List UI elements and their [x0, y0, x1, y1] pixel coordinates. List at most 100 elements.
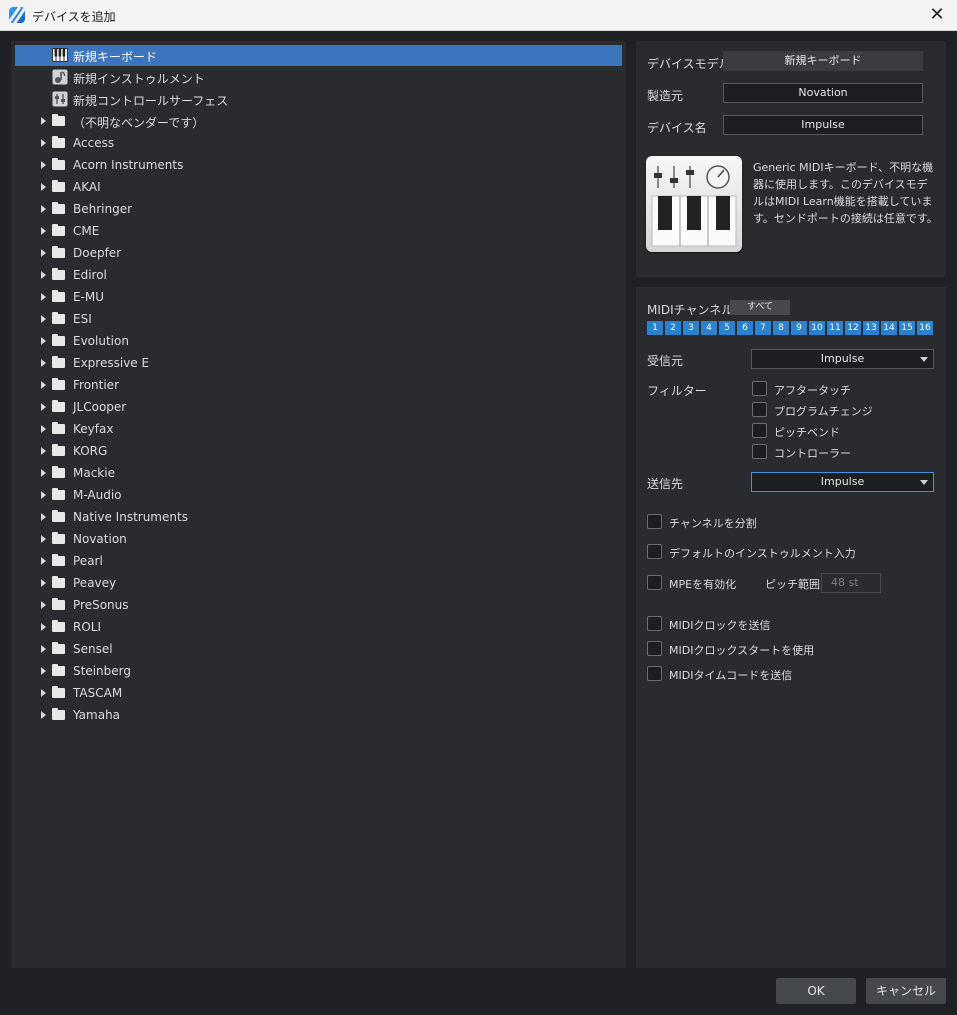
- midi-channel-button[interactable]: 4: [701, 321, 717, 335]
- chevron-right-icon[interactable]: [41, 623, 46, 631]
- tree-item-vendor[interactable]: Mackie: [15, 463, 622, 484]
- chevron-right-icon[interactable]: [41, 227, 46, 235]
- chevron-right-icon[interactable]: [41, 381, 46, 389]
- tree-item-label: ESI: [73, 312, 92, 326]
- tree-item-vendor[interactable]: Pearl: [15, 551, 622, 572]
- send-midi-clock-checkbox[interactable]: [647, 616, 662, 631]
- chevron-right-icon[interactable]: [41, 491, 46, 499]
- tree-item-vendor[interactable]: JLCooper: [15, 397, 622, 418]
- midi-channel-button[interactable]: 14: [881, 321, 897, 335]
- manufacturer-field[interactable]: Novation: [723, 83, 923, 103]
- chevron-right-icon[interactable]: [41, 469, 46, 477]
- chevron-right-icon[interactable]: [41, 579, 46, 587]
- midi-channel-button[interactable]: 9: [791, 321, 807, 335]
- midi-channel-button[interactable]: 6: [737, 321, 753, 335]
- device-name-field[interactable]: Impulse: [723, 115, 923, 135]
- chevron-right-icon[interactable]: [41, 271, 46, 279]
- chevron-right-icon[interactable]: [41, 205, 46, 213]
- midi-channel-button[interactable]: 16: [917, 321, 933, 335]
- enable-mpe-checkbox[interactable]: [647, 575, 662, 590]
- tree-item-vendor[interactable]: Frontier: [15, 375, 622, 396]
- tree-item-vendor[interactable]: Behringer: [15, 199, 622, 220]
- chevron-right-icon[interactable]: [41, 293, 46, 301]
- chevron-right-icon[interactable]: [41, 315, 46, 323]
- chevron-right-icon[interactable]: [41, 139, 46, 147]
- pitch-range-field[interactable]: 48 st: [821, 573, 881, 593]
- midi-channel-button[interactable]: 1: [647, 321, 663, 335]
- tree-item-vendor[interactable]: E-MU: [15, 287, 622, 308]
- tree-item-vendor[interactable]: Evolution: [15, 331, 622, 352]
- midi-channel-button[interactable]: 12: [845, 321, 861, 335]
- chevron-right-icon[interactable]: [41, 161, 46, 169]
- midi-channel-button[interactable]: 5: [719, 321, 735, 335]
- ok-button[interactable]: OK: [776, 978, 856, 1004]
- midi-channel-button[interactable]: 7: [755, 321, 771, 335]
- chevron-right-icon[interactable]: [41, 535, 46, 543]
- send-to-dropdown[interactable]: Impulse: [751, 472, 934, 492]
- folder-icon: [52, 290, 65, 302]
- folder-icon: [52, 422, 65, 434]
- split-channels-checkbox[interactable]: [647, 514, 662, 529]
- tree-item-label: Native Instruments: [73, 510, 188, 524]
- midi-channel-button[interactable]: 2: [665, 321, 681, 335]
- chevron-right-icon[interactable]: [41, 513, 46, 521]
- tree-item-new-keyboard[interactable]: 新規キーボード: [15, 45, 622, 66]
- tree-item-vendor[interactable]: Peavey: [15, 573, 622, 594]
- all-channels-button[interactable]: すべて: [730, 300, 790, 315]
- tree-item-new-control-surface[interactable]: 新規コントロールサーフェス: [15, 89, 622, 110]
- chevron-right-icon[interactable]: [41, 689, 46, 697]
- tree-item-vendor[interactable]: Sensel: [15, 639, 622, 660]
- tree-item-vendor[interactable]: KORG: [15, 441, 622, 462]
- tree-item-vendor[interactable]: （不明なベンダーです）: [15, 111, 622, 132]
- tree-item-vendor[interactable]: Acorn Instruments: [15, 155, 622, 176]
- midi-channel-button[interactable]: 3: [683, 321, 699, 335]
- midi-channel-button[interactable]: 11: [827, 321, 843, 335]
- chevron-right-icon[interactable]: [41, 337, 46, 345]
- folder-icon: [52, 400, 65, 412]
- send-midi-timecode-checkbox[interactable]: [647, 666, 662, 681]
- midi-channel-button[interactable]: 15: [899, 321, 915, 335]
- tree-item-vendor[interactable]: Access: [15, 133, 622, 154]
- filter-aftertouch-checkbox[interactable]: [752, 381, 767, 396]
- tree-item-vendor[interactable]: CME: [15, 221, 622, 242]
- chevron-right-icon[interactable]: [41, 183, 46, 191]
- tree-item-vendor[interactable]: Edirol: [15, 265, 622, 286]
- chevron-right-icon[interactable]: [41, 425, 46, 433]
- tree-item-vendor[interactable]: Native Instruments: [15, 507, 622, 528]
- receive-from-dropdown[interactable]: Impulse: [751, 349, 934, 369]
- folder-icon: [52, 554, 65, 566]
- filter-controller-checkbox[interactable]: [752, 444, 767, 459]
- tree-item-vendor[interactable]: ROLI: [15, 617, 622, 638]
- tree-item-vendor[interactable]: Yamaha: [15, 705, 622, 726]
- tree-item-vendor[interactable]: Doepfer: [15, 243, 622, 264]
- chevron-right-icon[interactable]: [41, 403, 46, 411]
- chevron-right-icon[interactable]: [41, 645, 46, 653]
- filter-program-change-checkbox[interactable]: [752, 402, 767, 417]
- tree-item-vendor[interactable]: Steinberg: [15, 661, 622, 682]
- default-instrument-input-checkbox[interactable]: [647, 544, 662, 559]
- midi-channel-button[interactable]: 8: [773, 321, 789, 335]
- tree-item-vendor[interactable]: PreSonus: [15, 595, 622, 616]
- cancel-button[interactable]: キャンセル: [866, 978, 946, 1004]
- use-midi-clock-start-checkbox[interactable]: [647, 641, 662, 656]
- tree-item-vendor[interactable]: AKAI: [15, 177, 622, 198]
- chevron-right-icon[interactable]: [41, 711, 46, 719]
- tree-item-vendor[interactable]: TASCAM: [15, 683, 622, 704]
- chevron-right-icon[interactable]: [41, 667, 46, 675]
- chevron-right-icon[interactable]: [41, 557, 46, 565]
- filter-pitch-bend-checkbox[interactable]: [752, 423, 767, 438]
- midi-channel-button[interactable]: 10: [809, 321, 825, 335]
- tree-item-new-instrument[interactable]: 新規インストゥルメント: [15, 67, 622, 88]
- tree-item-vendor[interactable]: ESI: [15, 309, 622, 330]
- tree-item-vendor[interactable]: M-Audio: [15, 485, 622, 506]
- chevron-right-icon[interactable]: [41, 447, 46, 455]
- chevron-right-icon[interactable]: [41, 601, 46, 609]
- tree-item-vendor[interactable]: Novation: [15, 529, 622, 550]
- midi-channel-button[interactable]: 13: [863, 321, 879, 335]
- tree-item-vendor[interactable]: Keyfax: [15, 419, 622, 440]
- chevron-right-icon[interactable]: [41, 117, 46, 125]
- tree-item-vendor[interactable]: Expressive E: [15, 353, 622, 374]
- close-icon[interactable]: ✕: [926, 4, 948, 26]
- chevron-right-icon[interactable]: [41, 249, 46, 257]
- chevron-right-icon[interactable]: [41, 359, 46, 367]
